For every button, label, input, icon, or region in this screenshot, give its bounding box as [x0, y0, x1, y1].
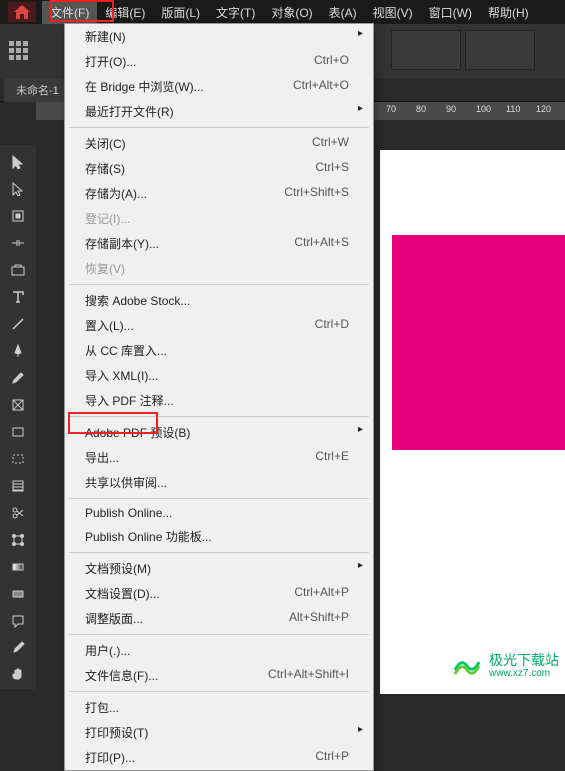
menu-item[interactable]: 文档设置(D)...Ctrl+Alt+P: [65, 581, 373, 606]
watermark-icon: [451, 650, 483, 682]
menu-item[interactable]: 最近打开文件(R): [65, 99, 373, 124]
menu-item[interactable]: 导入 XML(I)...: [65, 363, 373, 388]
menu-item[interactable]: 新建(N): [65, 24, 373, 49]
menu-window[interactable]: 窗口(W): [421, 1, 480, 24]
selection-tool[interactable]: [4, 149, 32, 175]
menubar: 文件(F) 编辑(E) 版面(L) 文字(T) 对象(O) 表(A) 视图(V)…: [0, 0, 565, 24]
menu-item[interactable]: 搜索 Adobe Stock...: [65, 288, 373, 313]
tools-panel: [0, 145, 36, 689]
menu-view[interactable]: 视图(V): [365, 1, 421, 24]
grid-icon[interactable]: [8, 40, 30, 62]
home-icon[interactable]: [8, 2, 36, 22]
type-tool[interactable]: [4, 284, 32, 310]
gradient-tool[interactable]: [4, 554, 32, 580]
menu-item[interactable]: 调整版面...Alt+Shift+P: [65, 606, 373, 631]
free-transform-tool[interactable]: [4, 527, 32, 553]
watermark-title: 极光下载站: [489, 653, 559, 668]
menu-item[interactable]: Publish Online...: [65, 502, 373, 524]
pencil-tool[interactable]: [4, 365, 32, 391]
file-menu-dropdown: 新建(N)打开(O)...Ctrl+O在 Bridge 中浏览(W)...Ctr…: [64, 23, 374, 771]
content-collector-tool[interactable]: [4, 257, 32, 283]
direct-selection-tool[interactable]: [4, 176, 32, 202]
line-tool[interactable]: [4, 311, 32, 337]
watermark: 极光下载站 www.xz7.com: [451, 650, 559, 682]
menu-item[interactable]: 导出...Ctrl+E: [65, 445, 373, 470]
eyedropper-tool[interactable]: [4, 635, 32, 661]
menu-item[interactable]: 文件信息(F)...Ctrl+Alt+Shift+I: [65, 663, 373, 688]
menu-item[interactable]: 文档预设(M): [65, 556, 373, 581]
menu-item[interactable]: 打包...: [65, 695, 373, 720]
menu-item[interactable]: 置入(L)...Ctrl+D: [65, 313, 373, 338]
menu-item[interactable]: 从 CC 库置入...: [65, 338, 373, 363]
menu-item[interactable]: Publish Online 功能板...: [65, 524, 373, 549]
menu-table[interactable]: 表(A): [321, 1, 365, 24]
menu-item[interactable]: 存储为(A)...Ctrl+Shift+S: [65, 181, 373, 206]
menu-item[interactable]: 存储(S)Ctrl+S: [65, 156, 373, 181]
panel-box-1[interactable]: [391, 30, 461, 70]
watermark-url: www.xz7.com: [489, 668, 559, 679]
grid-tool[interactable]: [4, 473, 32, 499]
panel-box-2[interactable]: [465, 30, 535, 70]
right-toolbar-panel: [385, 24, 565, 78]
menu-item[interactable]: 关闭(C)Ctrl+W: [65, 131, 373, 156]
pen-tool[interactable]: [4, 338, 32, 364]
note-tool[interactable]: [4, 608, 32, 634]
page-tool[interactable]: [4, 203, 32, 229]
rectangle-tool[interactable]: [4, 419, 32, 445]
pink-rectangle-object[interactable]: [392, 235, 565, 450]
menu-item[interactable]: 导入 PDF 注释...: [65, 388, 373, 413]
rectangle-frame-tool[interactable]: [4, 392, 32, 418]
menu-file[interactable]: 文件(F): [42, 1, 97, 24]
menu-help[interactable]: 帮助(H): [480, 1, 537, 24]
menu-item[interactable]: 用户(.)...: [65, 638, 373, 663]
menu-item[interactable]: 打印(P)...Ctrl+P: [65, 745, 373, 770]
hand-tool[interactable]: [4, 662, 32, 688]
document-tab[interactable]: 未命名-1: [4, 78, 71, 102]
menu-item[interactable]: Adobe PDF 预设(B): [65, 420, 373, 445]
menu-item[interactable]: 存储副本(Y)...Ctrl+Alt+S: [65, 231, 373, 256]
menu-object[interactable]: 对象(O): [263, 1, 320, 24]
gap-tool[interactable]: [4, 230, 32, 256]
gradient-feather-tool[interactable]: [4, 581, 32, 607]
menu-text[interactable]: 文字(T): [208, 1, 263, 24]
menu-layout[interactable]: 版面(L): [153, 1, 208, 24]
canvas[interactable]: [380, 150, 565, 694]
menu-item: 登记(I)...: [65, 206, 373, 231]
menu-item[interactable]: 打开(O)...Ctrl+O: [65, 49, 373, 74]
menu-item[interactable]: 共享以供审阅...: [65, 470, 373, 495]
menu-edit[interactable]: 编辑(E): [97, 1, 153, 24]
menu-item[interactable]: 在 Bridge 中浏览(W)...Ctrl+Alt+O: [65, 74, 373, 99]
scissors-tool[interactable]: [4, 500, 32, 526]
polygon-tool[interactable]: [4, 446, 32, 472]
menu-item[interactable]: 打印预设(T): [65, 720, 373, 745]
menu-item: 恢复(V): [65, 256, 373, 281]
